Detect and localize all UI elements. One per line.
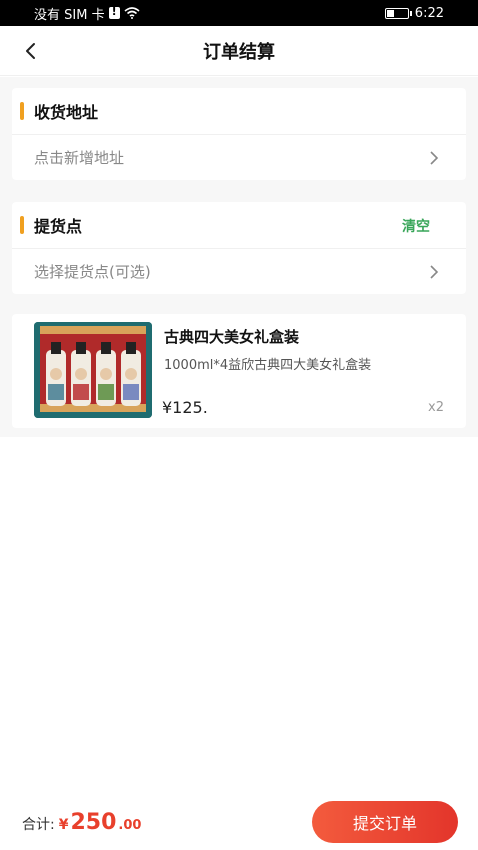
- select-pickup-row[interactable]: 选择提货点(可选): [12, 248, 466, 294]
- product-image: [34, 322, 152, 418]
- product-quantity: x2: [428, 400, 444, 415]
- pickup-card: 提货点 清空 选择提货点(可选): [12, 202, 466, 294]
- pickup-header: 提货点 清空: [12, 202, 466, 248]
- product-description: 1000ml*4益欣古典四大美女礼盒装: [164, 358, 372, 373]
- battery-fill: [386, 9, 394, 17]
- checkout-footer: 合计: ¥ 250 .00 提交订单: [0, 794, 478, 850]
- wifi-icon: [124, 7, 140, 19]
- total-amount: 250: [70, 809, 117, 835]
- status-bar: 没有 SIM 卡 6:22: [0, 0, 478, 26]
- submit-order-button[interactable]: 提交订单: [312, 801, 458, 843]
- clear-button[interactable]: 清空: [402, 216, 430, 236]
- chevron-right-icon: [430, 150, 439, 165]
- product-card[interactable]: 古典四大美女礼盒装 1000ml*4益欣古典四大美女礼盒装 ¥125. x2: [12, 314, 466, 428]
- nav-bar: 订单结算: [0, 26, 478, 76]
- pickup-title: 提货点: [34, 217, 83, 236]
- chevron-right-icon: [430, 264, 439, 279]
- add-address-row[interactable]: 点击新增地址: [12, 134, 466, 180]
- address-header: 收货地址: [12, 88, 466, 134]
- page-title: 订单结算: [203, 41, 275, 63]
- accent-bar: [20, 102, 24, 120]
- select-pickup-text: 选择提货点(可选): [34, 263, 151, 281]
- battery-icon: [384, 7, 412, 19]
- product-name: 古典四大美女礼盒装: [164, 328, 300, 346]
- back-arrow-icon[interactable]: [20, 40, 42, 62]
- address-card: 收货地址 点击新增地址: [12, 88, 466, 180]
- accent-bar: [20, 216, 24, 234]
- currency-symbol: ¥: [58, 816, 69, 833]
- total-decimal: .00: [118, 817, 142, 833]
- status-right: 6:22: [384, 5, 444, 21]
- status-left: 没有 SIM 卡: [34, 4, 140, 23]
- product-price: ¥125.: [162, 398, 208, 417]
- clock: 6:22: [414, 5, 444, 21]
- total-label: 合计:: [22, 816, 55, 833]
- carrier-text: 没有 SIM 卡: [34, 7, 105, 23]
- total-summary: 合计: ¥ 250 .00: [22, 810, 141, 835]
- address-title: 收货地址: [34, 103, 99, 122]
- add-address-text: 点击新增地址: [34, 149, 125, 167]
- sim-alert-icon: [108, 5, 120, 19]
